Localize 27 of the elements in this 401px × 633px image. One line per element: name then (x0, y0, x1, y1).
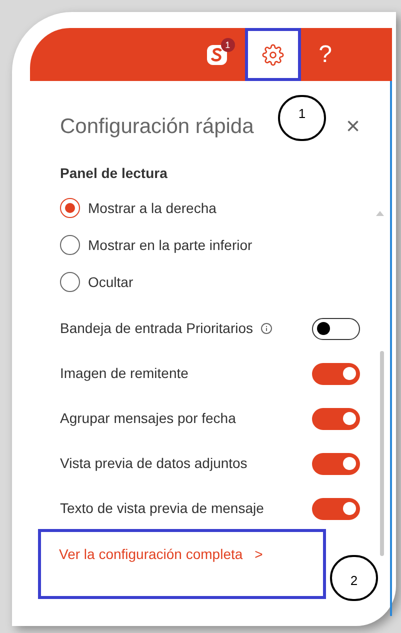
radio-label: Ocultar (88, 272, 134, 292)
toggle-label: Imagen de remitente (60, 364, 188, 383)
toggle-switch[interactable] (312, 362, 360, 384)
info-icon[interactable] (261, 323, 272, 334)
toggle-switch[interactable] (312, 408, 360, 430)
radio-button[interactable] (60, 198, 80, 218)
toggle-switch[interactable] (312, 452, 360, 474)
notification-badge: 1 (220, 38, 235, 52)
chat-app-icon[interactable] (206, 44, 227, 64)
toggle-label: Bandeja de entrada Prioritarios (60, 319, 254, 338)
panel-section-heading: Panel de lectura (60, 164, 168, 182)
toggle-switch[interactable] (312, 318, 360, 340)
settings-icon (262, 44, 284, 66)
radio-label: Mostrar a la derecha (88, 198, 216, 218)
scrollbar-thumb[interactable] (380, 351, 384, 556)
help-button[interactable]: ? (318, 42, 332, 66)
toggle-switch[interactable] (312, 498, 360, 520)
panel-title: Configuración rápida (60, 114, 254, 140)
toggle-label: Agrupar mensajes por fecha (60, 409, 236, 428)
radio-label: Mostrar en la parte inferior (88, 236, 252, 255)
radio-button[interactable] (60, 272, 80, 292)
close-button[interactable]: × (346, 114, 360, 139)
settings-button[interactable] (244, 28, 301, 81)
toggle-label: Vista previa de datos adjuntos (60, 454, 248, 473)
toggle-label: Texto de vista previa de mensaje (60, 499, 264, 518)
full-settings-link[interactable]: Ver la configuración completa > (38, 528, 326, 598)
radio-button[interactable] (60, 235, 80, 255)
